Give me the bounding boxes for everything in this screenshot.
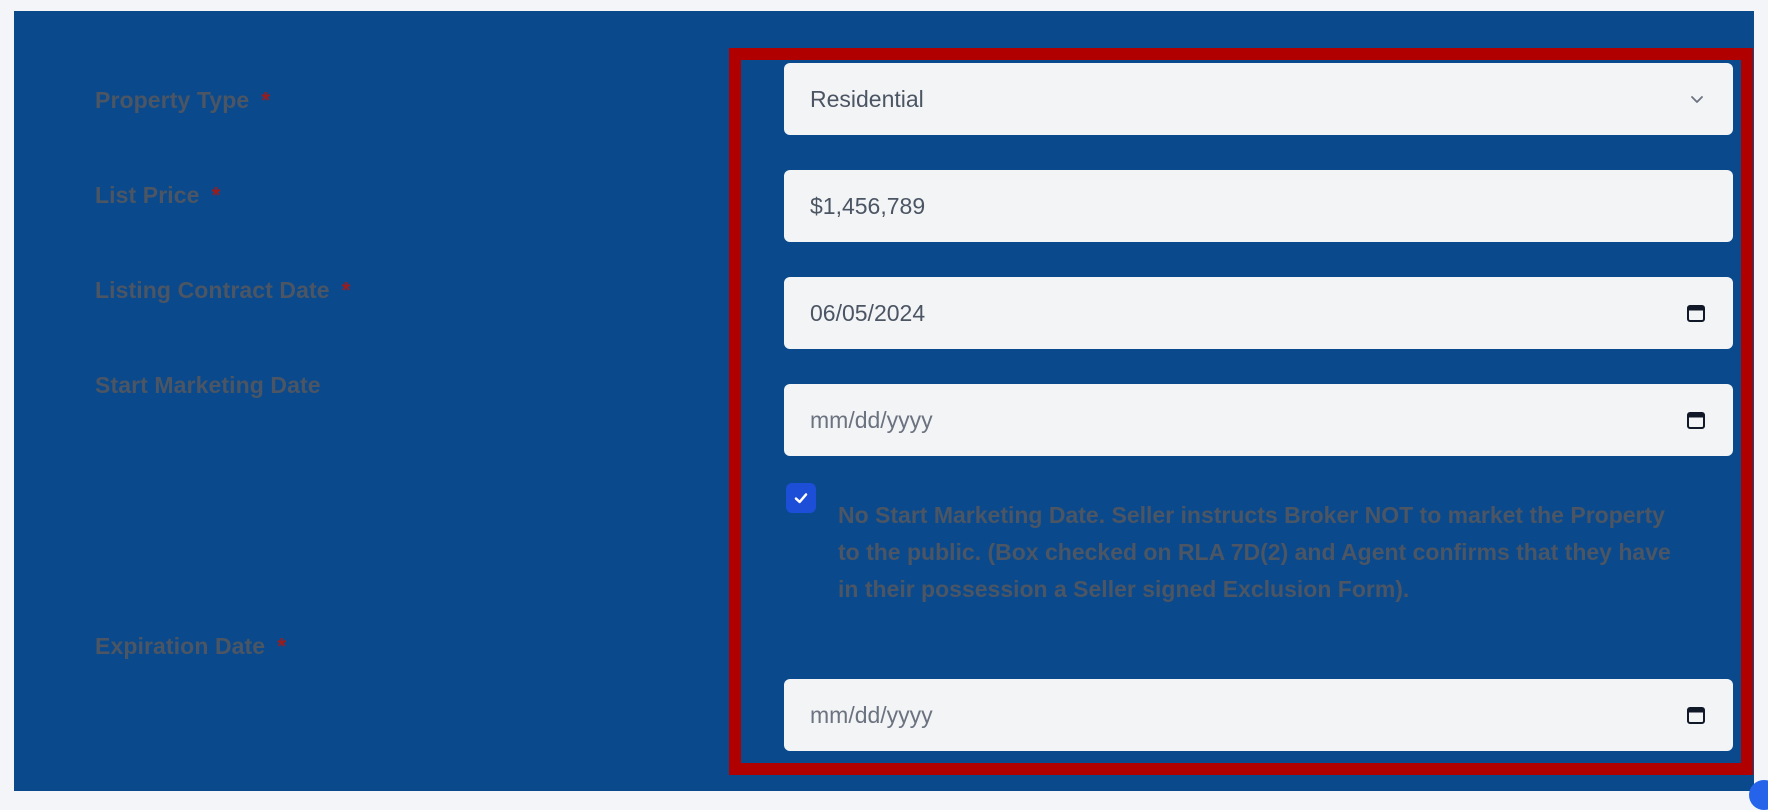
start-marketing-date-input[interactable]: mm/dd/yyyy — [784, 384, 1733, 456]
corner-indicator — [1749, 780, 1768, 810]
property-type-select[interactable]: Residential — [784, 63, 1733, 135]
required-mark: * — [341, 277, 351, 303]
expiration-date-placeholder: mm/dd/yyyy — [810, 701, 933, 728]
expiration-date-label: Expiration Date * — [95, 632, 286, 660]
checkmark-icon — [794, 493, 808, 504]
required-mark: * — [211, 182, 221, 208]
calendar-icon[interactable] — [1686, 705, 1706, 725]
chevron-down-icon — [1691, 96, 1703, 103]
calendar-icon[interactable] — [1686, 303, 1706, 323]
start-marketing-date-label: Start Marketing Date — [95, 371, 321, 399]
list-price-input[interactable]: $1,456,789 — [784, 170, 1733, 242]
start-marketing-date-label-text: Start Marketing Date — [95, 372, 321, 398]
property-type-label-text: Property Type — [95, 87, 250, 113]
listing-contract-date-value: 06/05/2024 — [810, 299, 926, 326]
no-start-marketing-checkbox[interactable] — [786, 483, 816, 513]
start-marketing-date-placeholder: mm/dd/yyyy — [810, 406, 933, 433]
list-price-label-text: List Price — [95, 182, 200, 208]
required-mark: * — [261, 87, 271, 113]
list-price-value: $1,456,789 — [810, 192, 926, 219]
no-start-marketing-text: No Start Marketing Date. Seller instruct… — [838, 502, 1671, 602]
list-price-label: List Price * — [95, 181, 221, 209]
calendar-icon[interactable] — [1686, 410, 1706, 430]
property-type-value: Residential — [810, 85, 924, 112]
expiration-date-label-text: Expiration Date — [95, 633, 266, 659]
expiration-date-input[interactable]: mm/dd/yyyy — [784, 679, 1733, 751]
required-mark: * — [277, 633, 287, 659]
listing-contract-date-label: Listing Contract Date * — [95, 276, 351, 304]
listing-contract-date-input[interactable]: 06/05/2024 — [784, 277, 1733, 349]
property-type-label: Property Type * — [95, 86, 270, 114]
listing-contract-date-label-text: Listing Contract Date — [95, 277, 330, 303]
